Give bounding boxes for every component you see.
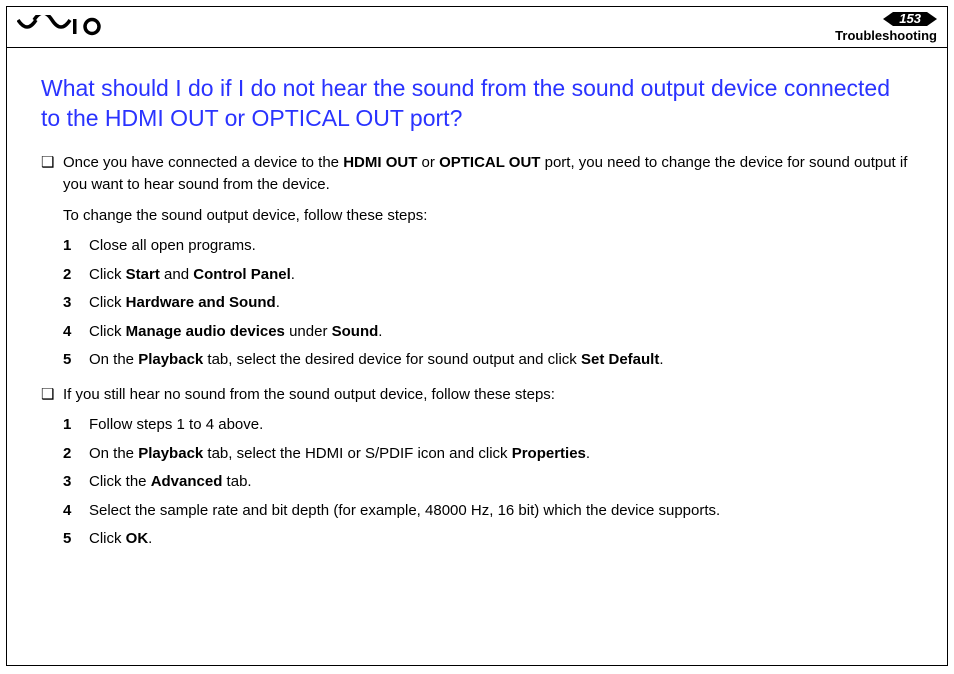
bullet-intro: Once you have connected a device to the … xyxy=(63,152,913,197)
step-row: 1 Follow steps 1 to 4 above. xyxy=(63,414,913,437)
step-row: 3 Click the Advanced tab. xyxy=(63,471,913,494)
bold-text: HDMI OUT xyxy=(343,154,417,171)
step-row: 4 Select the sample rate and bit depth (… xyxy=(63,500,913,523)
bullet-lead: To change the sound output device, follo… xyxy=(63,205,913,228)
step-row: 4 Click Manage audio devices under Sound… xyxy=(63,321,913,344)
step-text: On the Playback tab, select the HDMI or … xyxy=(89,443,913,466)
text: If you still hear no sound from the soun… xyxy=(63,386,555,403)
step-text: On the Playback tab, select the desired … xyxy=(89,349,913,372)
step-number: 3 xyxy=(63,292,89,315)
step-number: 1 xyxy=(63,414,89,437)
step-row: 5 On the Playback tab, select the desire… xyxy=(63,349,913,372)
bullet-item: ❑ If you still hear no sound from the so… xyxy=(41,384,913,557)
bullet-item: ❑ Once you have connected a device to th… xyxy=(41,152,913,378)
content-area: What should I do if I do not hear the so… xyxy=(7,48,947,665)
step-number: 4 xyxy=(63,500,89,523)
step-text: Click the Advanced tab. xyxy=(89,471,913,494)
step-row: 3 Click Hardware and Sound. xyxy=(63,292,913,315)
step-number: 4 xyxy=(63,321,89,344)
document-page: 153 Troubleshooting What should I do if … xyxy=(6,6,948,666)
step-text: Select the sample rate and bit depth (fo… xyxy=(89,500,913,523)
step-number: 2 xyxy=(63,443,89,466)
step-number: 1 xyxy=(63,235,89,258)
step-row: 5 Click OK. xyxy=(63,528,913,551)
step-text: Click Hardware and Sound. xyxy=(89,292,913,315)
bullet-intro: If you still hear no sound from the soun… xyxy=(63,384,913,407)
page-header: 153 Troubleshooting xyxy=(7,7,947,48)
text: Once you have connected a device to the xyxy=(63,154,343,171)
bullet-body: Once you have connected a device to the … xyxy=(63,152,913,378)
text: or xyxy=(417,154,439,171)
step-number: 5 xyxy=(63,528,89,551)
step-text: Click Start and Control Panel. xyxy=(89,264,913,287)
step-row: 1 Close all open programs. xyxy=(63,235,913,258)
prev-page-icon[interactable] xyxy=(883,12,893,26)
step-number: 3 xyxy=(63,471,89,494)
section-label: Troubleshooting xyxy=(835,28,937,43)
vaio-logo xyxy=(17,15,117,39)
step-row: 2 On the Playback tab, select the HDMI o… xyxy=(63,443,913,466)
header-right: 153 Troubleshooting xyxy=(835,12,937,43)
vaio-logo-icon xyxy=(17,15,117,39)
page-nav: 153 xyxy=(883,12,937,26)
bullet-icon: ❑ xyxy=(41,152,63,173)
bullet-body: If you still hear no sound from the soun… xyxy=(63,384,913,557)
bullet-icon: ❑ xyxy=(41,384,63,405)
step-number: 5 xyxy=(63,349,89,372)
next-page-icon[interactable] xyxy=(927,12,937,26)
page-number: 153 xyxy=(893,12,927,26)
step-text: Follow steps 1 to 4 above. xyxy=(89,414,913,437)
bold-text: OPTICAL OUT xyxy=(439,154,540,171)
step-number: 2 xyxy=(63,264,89,287)
page-title: What should I do if I do not hear the so… xyxy=(41,74,913,134)
step-text: Click Manage audio devices under Sound. xyxy=(89,321,913,344)
step-text: Close all open programs. xyxy=(89,235,913,258)
step-text: Click OK. xyxy=(89,528,913,551)
step-row: 2 Click Start and Control Panel. xyxy=(63,264,913,287)
